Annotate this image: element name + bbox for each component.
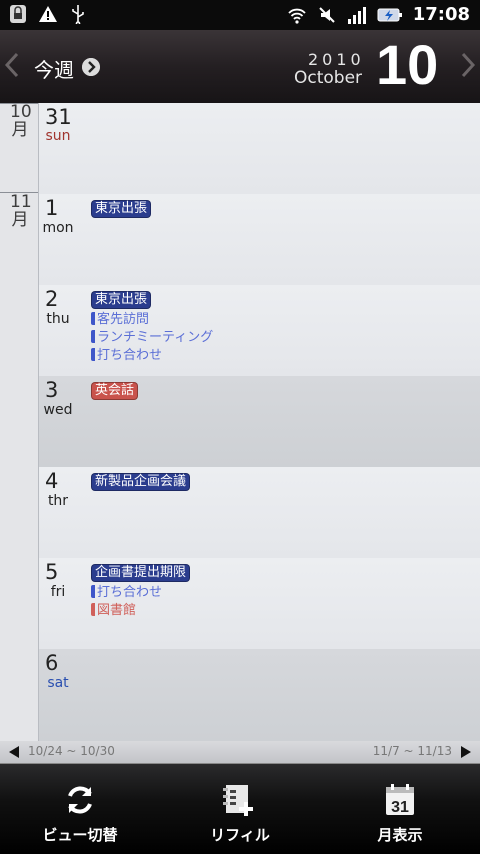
signal-icon	[347, 6, 366, 24]
bottom-toolbar: ビュー切替 リフィル 31 月表示	[0, 764, 480, 854]
chevron-right-icon[interactable]	[82, 58, 100, 76]
month-view-label: 月表示	[377, 826, 423, 844]
day-name: thu	[46, 311, 70, 327]
day-name: mon	[42, 220, 74, 236]
usb-icon	[72, 5, 84, 24]
calendar-header: 今週 2010 October 10	[0, 30, 480, 105]
day-number: 1	[45, 196, 59, 220]
prev-week-arrow-icon[interactable]	[8, 745, 20, 759]
prev-week-range[interactable]: 10/24 ~ 10/30	[28, 744, 115, 758]
day-row[interactable]: 31 sun	[39, 103, 480, 195]
view-switch-label: ビュー切替	[42, 826, 118, 844]
status-time: 17:08	[412, 4, 470, 25]
event-badge[interactable]: 新製品企画会議	[91, 473, 191, 491]
day-row[interactable]: 1 mon 東京出張	[39, 194, 480, 286]
prev-arrow-icon[interactable]	[4, 52, 20, 78]
this-week-button[interactable]: 今週	[34, 54, 74, 83]
day-name: sun	[45, 128, 71, 144]
event-badge[interactable]: 東京出張	[91, 200, 152, 218]
event-badge[interactable]: 英会話	[91, 382, 139, 400]
day-number: 5	[45, 560, 59, 584]
battery-charging-icon	[377, 8, 402, 21]
refill-label: リフィル	[210, 826, 270, 844]
refill-button[interactable]: リフィル	[160, 764, 320, 854]
refresh-icon	[68, 786, 92, 814]
month-label-oct: 10 月	[10, 102, 32, 140]
event-marker-icon	[91, 603, 95, 616]
day-row[interactable]: 3 wed 英会話	[39, 376, 480, 468]
event-badge[interactable]: 企画書提出期限	[91, 564, 191, 582]
warning-icon	[39, 6, 57, 22]
event-item[interactable]: 客先訪問	[91, 311, 213, 329]
day-number: 4	[45, 469, 59, 493]
event-marker-icon	[91, 348, 95, 361]
event-marker-icon	[91, 330, 95, 343]
day-name: thr	[47, 493, 69, 509]
event-item[interactable]: ランチミーティング	[91, 329, 213, 347]
header-day: 10	[376, 33, 439, 96]
event-marker-icon	[91, 312, 95, 325]
next-arrow-icon[interactable]	[460, 52, 476, 78]
view-switch-button[interactable]: ビュー切替	[0, 764, 160, 854]
day-number: 2	[45, 287, 59, 311]
week-navigation: 10/24 ~ 10/30 11/7 ~ 11/13	[0, 741, 480, 764]
day-row[interactable]: 2 thu 東京出張 客先訪問 ランチミーティング 打ち合わせ	[39, 285, 480, 377]
event-item[interactable]: 図書館	[91, 602, 190, 620]
calendar-icon: 31	[386, 784, 414, 816]
day-name: sat	[47, 675, 69, 691]
event-list: 英会話	[91, 379, 139, 402]
header-year: 2010	[308, 50, 365, 69]
event-list: 新製品企画会議	[91, 470, 191, 493]
header-month-name: October	[294, 68, 363, 88]
day-name: wed	[43, 402, 73, 418]
event-list: 東京出張	[91, 197, 152, 220]
next-week-arrow-icon[interactable]	[460, 745, 472, 759]
next-week-range[interactable]: 11/7 ~ 11/13	[373, 744, 452, 758]
month-column: 10 月 11 月	[0, 103, 39, 741]
day-number: 31	[45, 105, 72, 129]
day-row[interactable]: 6 sat	[39, 649, 480, 741]
event-marker-icon	[91, 585, 95, 598]
add-page-icon	[223, 785, 253, 816]
month-view-button[interactable]: 31 月表示	[320, 764, 480, 854]
event-list: 企画書提出期限 打ち合わせ 図書館	[91, 561, 191, 620]
day-row[interactable]: 5 fri 企画書提出期限 打ち合わせ 図書館	[39, 558, 480, 650]
event-item[interactable]: 打ち合わせ	[91, 347, 213, 365]
day-row[interactable]: 4 thr 新製品企画会議	[39, 467, 480, 559]
event-list: 東京出張 客先訪問 ランチミーティング 打ち合わせ	[91, 288, 213, 365]
day-number: 3	[45, 378, 59, 402]
lock-notification-icon	[10, 5, 26, 23]
event-badge[interactable]: 東京出張	[91, 291, 152, 309]
week-view: 10 月 11 月 31 sun 1 mon 東京出張 2 thu 東京出張 客先訪…	[0, 103, 480, 741]
month-label-nov: 11 月	[10, 192, 32, 230]
mute-icon	[318, 6, 335, 23]
day-number: 6	[45, 651, 59, 675]
status-bar: 17:08	[0, 0, 480, 30]
event-item[interactable]: 打ち合わせ	[91, 584, 190, 602]
wifi-icon	[288, 8, 306, 24]
calendar-icon-day: 31	[391, 799, 409, 816]
day-name: fri	[50, 584, 66, 600]
